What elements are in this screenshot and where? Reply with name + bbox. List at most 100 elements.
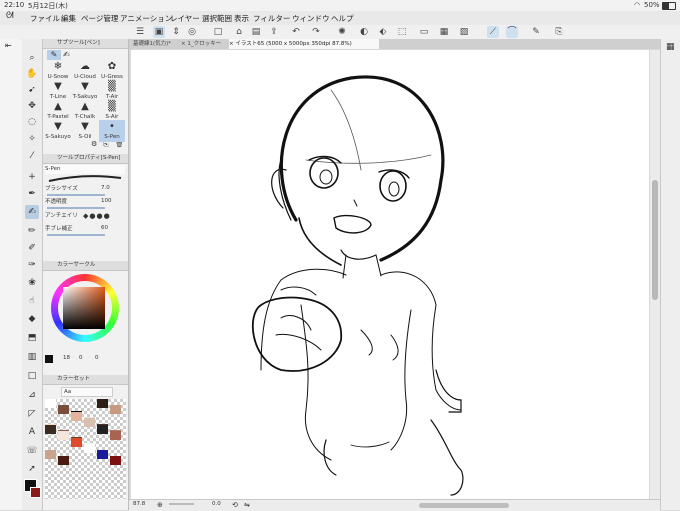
subtool-item[interactable]: ▼ S-Oil [72,120,98,142]
eyedropper-icon[interactable]: ⁄ [25,149,39,163]
horizontal-scroll-thumb[interactable] [419,503,509,508]
color-swatch[interactable] [97,425,108,434]
subtool-item[interactable]: ❄ U-Snow [45,60,71,82]
pen-group-icon[interactable]: ✎ [47,50,61,60]
color-swatch[interactable] [58,405,69,414]
vertical-scrollbar[interactable] [650,50,660,499]
save-icon[interactable]: ▤ [250,26,262,38]
subtool-item[interactable]: • S-Pen [99,120,125,142]
subtool-item[interactable]: ▒ S-Air [99,100,125,122]
rotate-icon[interactable]: ⟲ [232,501,238,509]
zoom-value[interactable]: 87.8 [133,501,145,507]
ruler-tool-icon[interactable]: ◸ [25,407,39,421]
menu-animation[interactable]: アニメーション [120,13,172,24]
menu-file[interactable]: ファイル [30,13,60,24]
canvas-new-icon[interactable]: ▣ [153,26,165,38]
subtool-item[interactable]: ▼ T-Sakuyo [72,80,98,102]
tab-doc-2[interactable]: × 1_クロッキー [181,39,225,49]
color-main-mini[interactable] [45,355,53,363]
color-set-header[interactable]: カラーセット [43,375,128,385]
canvas-paper[interactable] [131,50,649,499]
tab-doc-active[interactable]: × イラスト65 (5000 x 5000px 350dpi 87.8%) [229,39,379,49]
pen-tool-icon[interactable]: ✒ [25,187,39,201]
lasso-tool-icon[interactable]: ◌ [25,115,39,129]
curve-snap-icon[interactable]: ⌒ [506,26,518,38]
color-swatch[interactable] [84,444,95,453]
zoom-slider[interactable] [169,503,194,505]
color-swatch[interactable] [97,399,108,408]
export-icon[interactable]: ⇪ [268,26,280,38]
subtool-item[interactable]: ☁ U-Cloud [72,60,98,82]
color-set-dropdown[interactable]: Aa [61,387,113,397]
ruler-snap-icon[interactable]: ⟋ [487,26,499,38]
fill-icon[interactable]: ◐ [358,26,370,38]
tool-property-header[interactable]: ツールプロパティ[S-Pen] [43,154,128,164]
fill-tool-icon[interactable]: ⬒ [25,331,39,345]
collapse-icon[interactable]: ⇤ [5,41,12,50]
menu-window[interactable]: ウィンドウ [292,13,330,24]
quick-access-icon[interactable]: ◎ [186,26,198,38]
layer-panel-icon[interactable]: ▦ [666,42,675,52]
marker-group-icon[interactable]: ✍ [63,50,70,59]
text-tool-icon[interactable]: A [25,425,39,439]
subtool-item[interactable]: ▲ T-Chalk [72,100,98,122]
brush-size-slider[interactable] [47,194,105,196]
stabilize-slider[interactable] [47,234,105,236]
zoom-tool-icon[interactable]: ⌕ [25,51,39,65]
brush-size-value[interactable]: 7.0 [101,185,110,191]
operation-tool-icon[interactable]: ➹ [25,83,39,97]
airbrush-tool-icon[interactable]: ✑ [25,258,39,272]
menu-page[interactable]: ページ管理 [81,13,118,24]
share-icon[interactable]: ⎘ [553,26,565,38]
menu-layer[interactable]: レイヤー [170,13,200,24]
blend-tool-icon[interactable]: ☝ [25,294,39,308]
eraser-tool-icon[interactable]: ◆ [25,312,39,326]
subtool-item[interactable]: ✿ U-Gress [99,60,125,82]
magic-wand-icon[interactable]: ✧ [25,132,39,146]
tab-doc-1[interactable]: 基礎練1(気力)* [133,39,177,49]
open-file-icon[interactable]: ⌂ [233,26,245,38]
color-swatch[interactable] [45,450,56,459]
correct-line-icon[interactable]: ➚ [25,462,39,476]
color-swatch[interactable] [71,412,82,421]
menu-list-icon[interactable]: ☰ [134,26,146,38]
color-swatch[interactable] [58,456,69,465]
color-swatch[interactable] [84,418,95,427]
stabilize-value[interactable]: 60 [101,225,108,231]
shape-tool-icon[interactable]: ⊿ [25,388,39,402]
menu-help[interactable]: ヘルプ [331,13,354,24]
decoration-tool-icon[interactable]: ❀ [25,276,39,290]
menu-filter[interactable]: フィルター [253,13,290,24]
color-swatch[interactable] [45,399,56,408]
menu-selection[interactable]: 選択範囲 [202,13,232,24]
subtool-item[interactable]: ▲ T-Pastel [45,100,71,122]
color-swatch[interactable] [110,456,121,465]
pencil-tool-icon[interactable]: ✏ [25,224,39,238]
chevron-updown-icon[interactable]: ⇕ [170,26,182,38]
invert-select-icon[interactable]: ▨ [458,26,470,38]
menu-view[interactable]: 表示 [234,13,249,24]
color-circle-header[interactable]: カラーサークル [43,261,128,271]
app-logo-icon[interactable]: ᘛ [6,11,14,21]
antialias-options[interactable]: ◆●●● [83,213,119,220]
sub-color-swatch[interactable] [30,487,41,498]
color-swatch[interactable] [110,405,121,414]
bucket-icon[interactable]: ⬖ [377,26,389,38]
settings-icon[interactable]: ✺ [336,26,348,38]
color-swatch[interactable] [71,438,82,447]
zoom-in-icon[interactable]: ⊕ [157,501,163,509]
color-swatch[interactable] [110,431,121,440]
saturation-value-box[interactable] [63,287,105,329]
new-file-icon[interactable]: □ [212,26,224,38]
color-swatch[interactable] [45,425,56,434]
opacity-value[interactable]: 100 [101,198,112,204]
opacity-slider[interactable] [47,207,105,209]
subtool-item[interactable]: ▼ T-Line [45,80,71,102]
brush-tool-icon[interactable]: ✍ [25,205,39,219]
hand-tool-icon[interactable]: ✋ [25,67,39,81]
color-swatch[interactable] [97,450,108,459]
subtool-item[interactable]: ▼ S-Sakuyo [45,120,71,142]
redo-icon[interactable]: ↷ [310,26,322,38]
vertical-scroll-thumb[interactable] [652,180,658,300]
gradient-tool-icon[interactable]: ▥ [25,350,39,364]
